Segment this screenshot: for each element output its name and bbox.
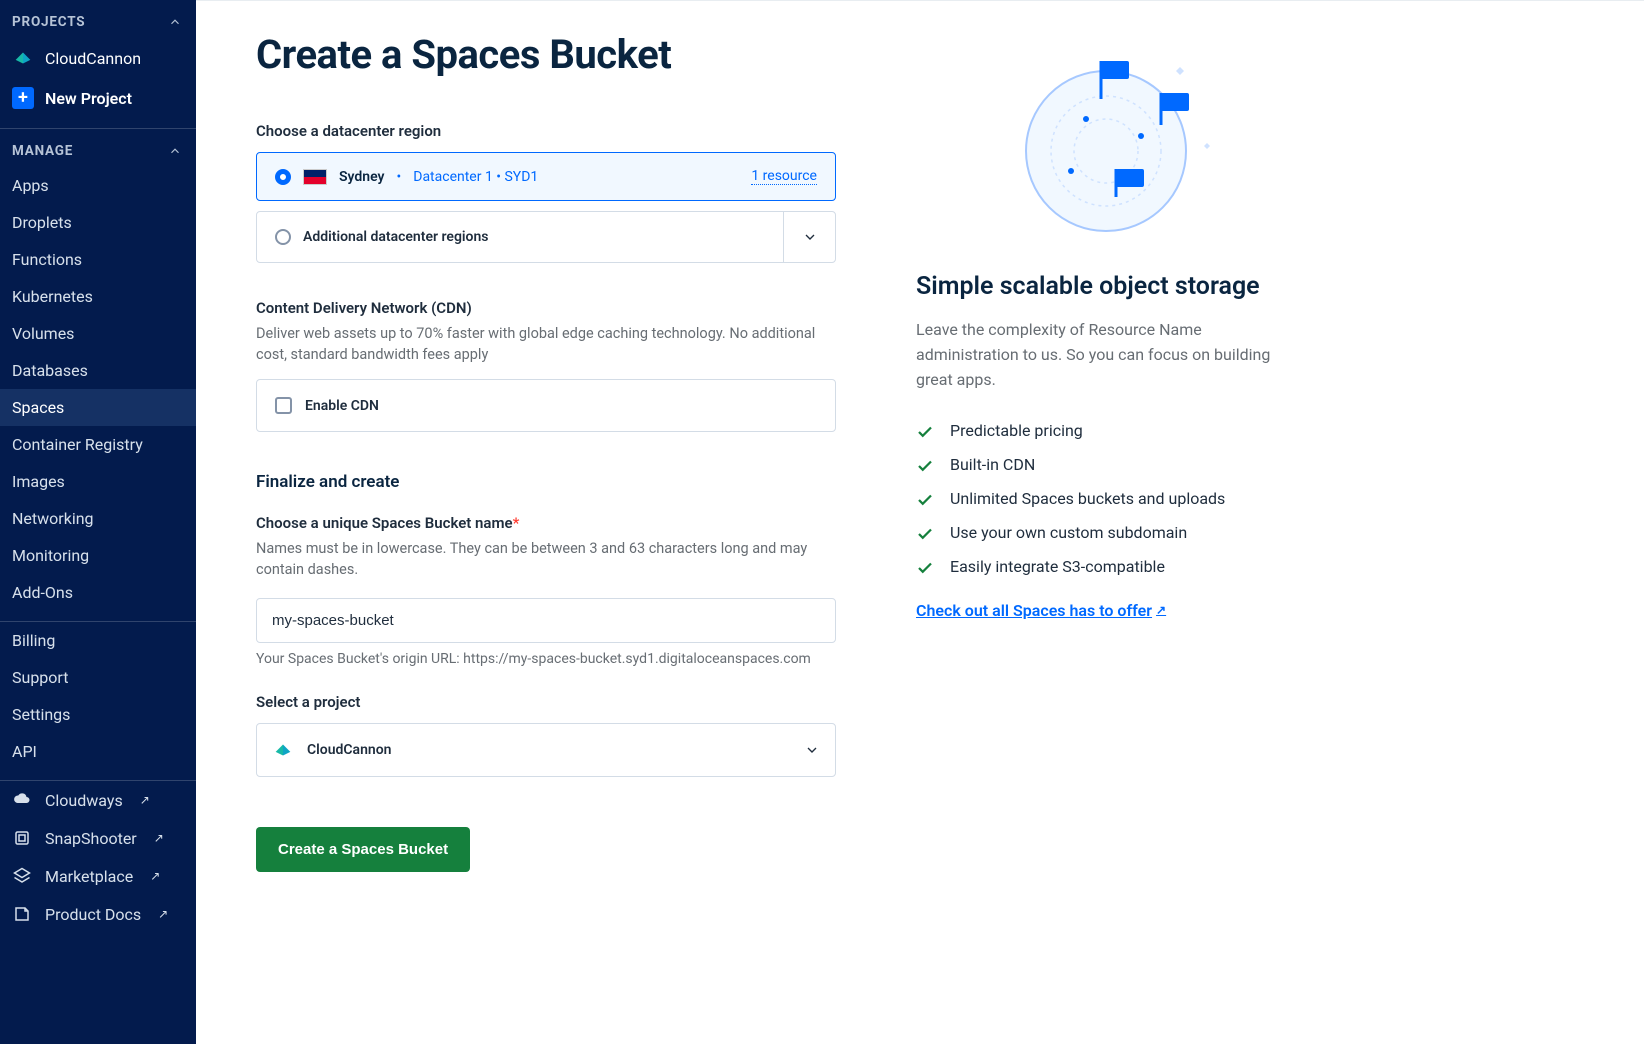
sidebar-project-cloudcannon[interactable]: CloudCannon	[0, 38, 196, 78]
enable-cdn-checkbox[interactable]: Enable CDN	[256, 379, 836, 432]
select-project-label: Select a project	[256, 693, 836, 711]
sidebar-item-add-ons[interactable]: Add-Ons	[0, 574, 196, 611]
external-link-icon: ↗	[154, 831, 164, 845]
aside-heading: Simple scalable object storage	[916, 271, 1296, 302]
sidebar-item-droplets[interactable]: Droplets	[0, 204, 196, 241]
manage-header-label: MANAGE	[12, 143, 73, 159]
sidebar-item-monitoring[interactable]: Monitoring	[0, 537, 196, 574]
sidebar: PROJECTS CloudCannon + New Project MANAG…	[0, 0, 196, 1044]
sidebar-item-billing[interactable]: Billing	[0, 622, 196, 659]
sidebar-item-apps[interactable]: Apps	[0, 167, 196, 204]
check-icon	[916, 559, 934, 577]
sidebar-item-databases[interactable]: Databases	[0, 352, 196, 389]
feature-list: Predictable pricing Built-in CDN Unlimited…	[916, 421, 1296, 577]
marketplace-icon	[12, 866, 32, 886]
project-icon	[272, 739, 294, 761]
region-resource-link[interactable]: 1 resource	[751, 168, 817, 185]
sidebar-item-api[interactable]: API	[0, 733, 196, 770]
radio-selected-icon	[275, 169, 291, 185]
flag-au-icon	[303, 169, 327, 185]
enable-cdn-label: Enable CDN	[305, 398, 379, 414]
finalize-heading: Finalize and create	[256, 472, 836, 492]
project-icon	[12, 47, 34, 69]
project-select[interactable]: CloudCannon	[256, 723, 836, 777]
check-icon	[916, 491, 934, 509]
bucket-name-input[interactable]	[256, 598, 836, 643]
create-spaces-bucket-button[interactable]: Create a Spaces Bucket	[256, 827, 470, 872]
cloudways-icon	[12, 790, 32, 810]
main-content: Create a Spaces Bucket Choose a datacent…	[196, 0, 1644, 1044]
sidebar-item-volumes[interactable]: Volumes	[0, 315, 196, 352]
manage-section-header[interactable]: MANAGE	[0, 129, 196, 167]
checkbox-unchecked-icon	[275, 397, 292, 414]
bucket-name-label: Choose a unique Spaces Bucket name*	[256, 514, 836, 532]
sidebar-item-support[interactable]: Support	[0, 659, 196, 696]
chevron-down-icon	[804, 742, 820, 758]
feature-item: Unlimited Spaces buckets and uploads	[916, 489, 1296, 509]
feature-item: Use your own custom subdomain	[916, 523, 1296, 543]
page-title: Create a Spaces Bucket	[256, 31, 836, 78]
external-link-icon: ↗	[150, 869, 160, 883]
origin-url-text: Your Spaces Bucket's origin URL: https:/…	[256, 651, 836, 667]
region-name: Sydney	[339, 169, 385, 185]
product-docs-icon	[12, 904, 32, 924]
check-icon	[916, 457, 934, 475]
bucket-name-description: Names must be in lowercase. They can be …	[256, 538, 836, 580]
external-link-icon: ↗	[158, 907, 168, 921]
sidebar-item-kubernetes[interactable]: Kubernetes	[0, 278, 196, 315]
storage-illustration-icon	[976, 41, 1236, 241]
chevron-up-icon	[168, 15, 182, 29]
aside-description: Leave the complexity of Resource Name ad…	[916, 318, 1296, 392]
chevron-down-icon	[802, 229, 818, 245]
sidebar-item-functions[interactable]: Functions	[0, 241, 196, 278]
new-project-button[interactable]: + New Project	[0, 78, 196, 118]
new-project-label: New Project	[45, 89, 132, 108]
project-name: CloudCannon	[45, 49, 141, 68]
check-icon	[916, 525, 934, 543]
chevron-up-icon	[168, 144, 182, 158]
cdn-description: Deliver web assets up to 70% faster with…	[256, 323, 836, 365]
feature-item: Built-in CDN	[916, 455, 1296, 475]
sidebar-item-networking[interactable]: Networking	[0, 500, 196, 537]
snapshooter-icon	[12, 828, 32, 848]
additional-regions-toggle[interactable]: Additional datacenter regions	[256, 211, 836, 263]
sidebar-item-spaces[interactable]: Spaces	[0, 389, 196, 426]
projects-header-label: PROJECTS	[12, 14, 85, 30]
projects-section-header[interactable]: PROJECTS	[0, 0, 196, 38]
check-icon	[916, 423, 934, 441]
spaces-offer-link[interactable]: Check out all Spaces has to offer ↗	[916, 601, 1166, 620]
feature-item: Easily integrate S3-compatible	[916, 557, 1296, 577]
additional-regions-label: Additional datacenter regions	[303, 229, 488, 245]
radio-unselected-icon	[275, 229, 291, 245]
form-column: Create a Spaces Bucket Choose a datacent…	[256, 31, 836, 1004]
plus-icon: +	[12, 87, 34, 109]
feature-item: Predictable pricing	[916, 421, 1296, 441]
sidebar-footer-cloudways[interactable]: Cloudways↗	[0, 781, 196, 819]
external-link-icon: ↗	[1156, 603, 1166, 617]
sidebar-footer-snapshooter[interactable]: SnapShooter↗	[0, 819, 196, 857]
external-link-icon: ↗	[140, 793, 150, 807]
sidebar-footer-marketplace[interactable]: Marketplace↗	[0, 857, 196, 895]
region-datacenter: Datacenter 1 • SYD1	[413, 169, 538, 185]
sidebar-item-settings[interactable]: Settings	[0, 696, 196, 733]
expand-caret[interactable]	[783, 212, 835, 262]
aside-info: Simple scalable object storage Leave the…	[916, 31, 1296, 1004]
region-section-label: Choose a datacenter region	[256, 122, 836, 140]
cdn-heading: Content Delivery Network (CDN)	[256, 299, 836, 317]
region-option-sydney[interactable]: Sydney • Datacenter 1 • SYD1 1 resource	[256, 152, 836, 201]
sidebar-item-images[interactable]: Images	[0, 463, 196, 500]
sidebar-footer-product-docs[interactable]: Product Docs↗	[0, 895, 196, 933]
sidebar-item-container-registry[interactable]: Container Registry	[0, 426, 196, 463]
selected-project-name: CloudCannon	[307, 742, 791, 758]
